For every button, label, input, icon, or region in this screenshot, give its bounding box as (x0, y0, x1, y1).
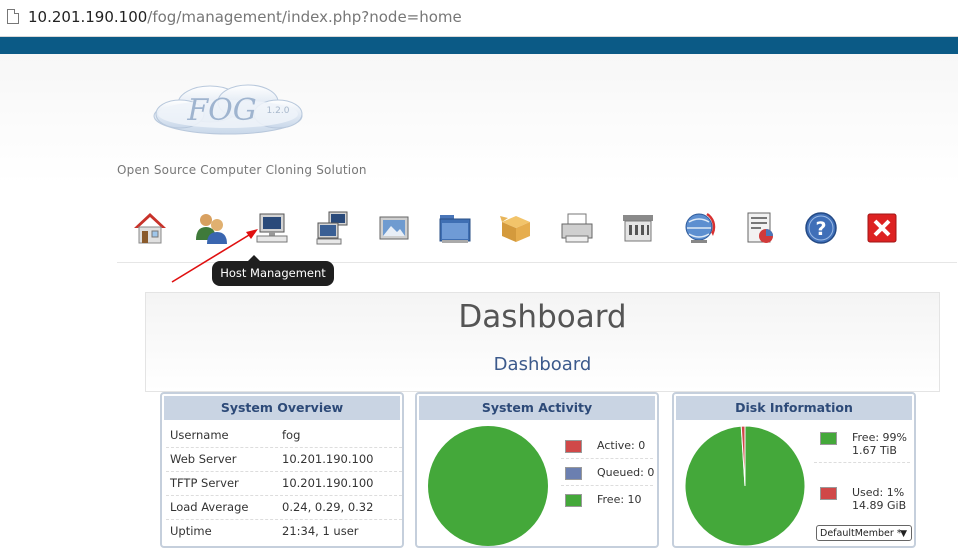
row-value: fog (282, 428, 301, 442)
row-value: 21:34, 1 user (282, 524, 359, 538)
help-icon[interactable]: ? (801, 208, 841, 248)
table-row: Web Server 10.201.190.100 (166, 448, 402, 472)
logo-version: 1.2.0 (267, 106, 290, 116)
chevron-down-icon: ▼ (900, 529, 907, 539)
legend-divider (814, 462, 910, 464)
legend-label: Free: 99% (852, 431, 907, 444)
table-row: Load Average 0.24, 0.29, 0.32 (166, 496, 402, 520)
storage-node-select[interactable]: DefaultMember * ▼ (816, 525, 912, 541)
fog-logo[interactable]: FOG 1.2.0 (148, 82, 308, 138)
logout-icon[interactable] (862, 208, 902, 248)
logo-text: FOG (186, 93, 256, 128)
panel-title: Disk Information (676, 396, 912, 420)
overview-table: Username fog Web Server 10.201.190.100 TFT… (166, 424, 402, 543)
table-row: Username fog (166, 424, 402, 448)
address-bar[interactable]: 10.201.190.100/fog/management/index.php?… (0, 0, 958, 37)
legend-label: Active: 0 (597, 439, 646, 452)
legend-label: Free: 10 (597, 493, 642, 506)
snapin-management-icon[interactable] (496, 208, 536, 248)
top-accent-bar (0, 37, 958, 54)
legend-label: Used: 1% (852, 486, 905, 499)
legend-divider (561, 458, 653, 460)
task-management-icon[interactable] (679, 208, 719, 248)
reports-icon[interactable] (740, 208, 780, 248)
row-key: Username (170, 428, 229, 442)
row-value: 10.201.190.100 (282, 452, 374, 466)
dashboard-header: Dashboard Dashboard (145, 292, 940, 392)
legend-swatch (565, 467, 582, 480)
row-value: 10.201.190.100 (282, 476, 374, 490)
page-icon (7, 9, 19, 24)
legend-swatch (820, 432, 837, 445)
page-subtitle: Dashboard (493, 354, 592, 375)
svg-text:?: ? (815, 218, 826, 240)
row-key: Load Average (170, 500, 249, 514)
url-text[interactable]: 10.201.190.100/fog/management/index.php?… (28, 8, 462, 26)
cloud-icon: FOG 1.2.0 (153, 84, 303, 135)
tagline: Open Source Computer Cloning Solution (117, 163, 367, 177)
legend-divider (561, 485, 653, 487)
group-management-icon[interactable] (313, 208, 353, 248)
disk-information-pie-chart (684, 425, 806, 546)
select-value: DefaultMember * (820, 528, 902, 539)
table-row: TFTP Server 10.201.190.100 (166, 472, 402, 496)
pie-slice-free (428, 426, 548, 546)
table-row: Uptime 21:34, 1 user (166, 520, 402, 543)
page-title: Dashboard (458, 299, 627, 335)
url-path: /fog/management/index.php?node=home (147, 8, 462, 26)
system-overview-panel: System Overview Username fog Web Server 10… (160, 392, 404, 548)
disk-information-panel: Disk Information Free: 99% 1.67 TiB Used… (672, 392, 916, 548)
printer-management-icon[interactable] (557, 208, 597, 248)
system-activity-panel: System Activity Active: 0 Queued: 0 Free… (415, 392, 659, 548)
legend-swatch (565, 440, 582, 453)
legend-sublabel: 14.89 GiB (852, 499, 907, 512)
panel-title: System Activity (419, 396, 655, 420)
system-activity-pie-chart (428, 426, 548, 546)
legend-swatch (565, 494, 582, 507)
legend-sublabel: 1.67 TiB (852, 444, 897, 457)
url-host: 10.201.190.100 (28, 8, 148, 26)
storage-management-icon[interactable] (435, 208, 475, 248)
row-key: Uptime (170, 524, 212, 538)
image-management-icon[interactable] (374, 208, 414, 248)
row-key: Web Server (170, 452, 237, 466)
panel-title: System Overview (164, 396, 400, 420)
home-icon[interactable] (130, 208, 170, 248)
legend-label: Queued: 0 (597, 466, 655, 479)
legend-swatch (820, 487, 837, 500)
row-value: 0.24, 0.29, 0.32 (282, 500, 374, 514)
service-configuration-icon[interactable] (618, 208, 658, 248)
row-key: TFTP Server (170, 476, 239, 490)
host-management-tooltip: Host Management (212, 255, 334, 286)
